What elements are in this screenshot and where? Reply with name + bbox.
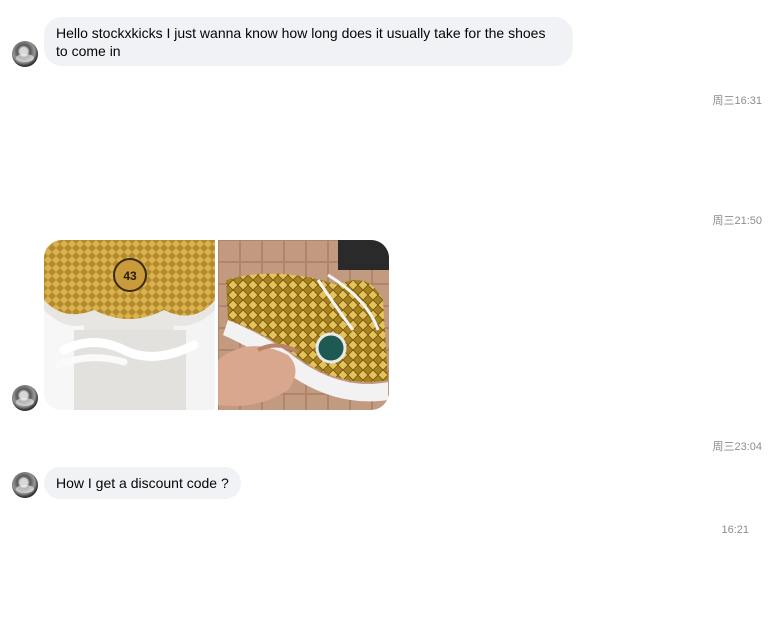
message-bubble-2[interactable]: How I get a discount code ? — [44, 467, 241, 499]
sender-avatar[interactable] — [12, 472, 38, 498]
message-text: Hello stockxkicks I just wanna know how … — [56, 25, 546, 59]
sender-avatar[interactable] — [12, 41, 38, 67]
timestamp: 16:21 — [721, 524, 749, 536]
sender-avatar[interactable] — [12, 385, 38, 411]
message-bubble-1[interactable]: Hello stockxkicks I just wanna know how … — [44, 17, 573, 66]
photo-gold-sneaker[interactable] — [218, 240, 389, 410]
size-tag-number: 43 — [123, 269, 137, 283]
timestamp: 周三23:04 — [712, 441, 762, 453]
message-text: How I get a discount code ? — [56, 475, 229, 491]
timestamp: 周三21:50 — [712, 215, 762, 227]
photo-shoe-interior[interactable]: 43 — [44, 240, 215, 410]
timestamp: 周三16:31 — [712, 95, 762, 107]
